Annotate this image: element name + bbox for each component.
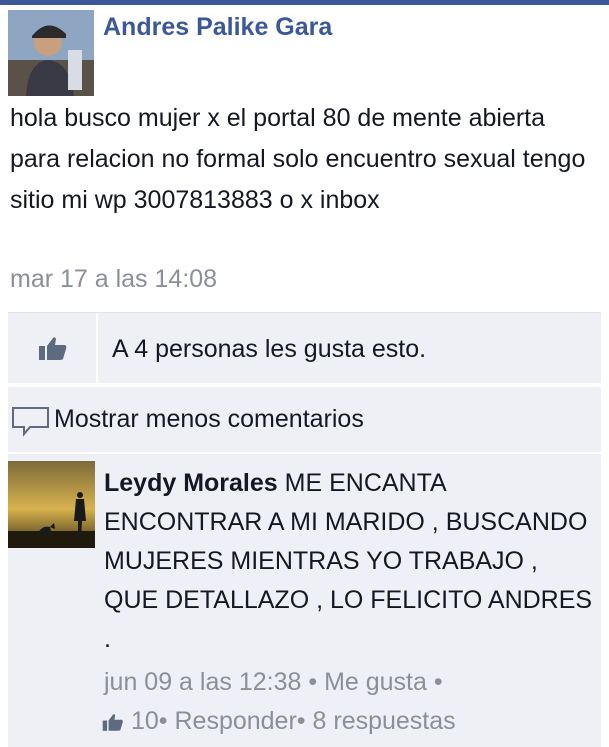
show-less-comments-label[interactable]: Mostrar menos comentarios [54,405,364,434]
comment: Leydy Morales ME ENCANTA ENCONTRAR A MI … [8,452,601,747]
comment-reply-link[interactable]: Responder [174,707,296,735]
likes-bar: A 4 personas les gusta esto. [8,312,601,383]
post-text: hola busco mujer x el portal 80 de mente… [10,104,586,214]
speech-bubble-icon [10,405,52,442]
commenter-avatar[interactable] [8,461,95,548]
likes-summary[interactable]: A 4 personas les gusta esto. [112,335,426,364]
comment-timestamp[interactable]: jun 09 a las 12:38 [104,668,301,696]
meta-separator: • [433,668,443,696]
comment-actions: 10• Responder• 8 respuestas [102,707,456,739]
author-avatar[interactable] [8,10,94,96]
author-name[interactable]: Andres Palike Gara [103,13,332,42]
meta-separator: • [296,707,306,735]
comment-like-link[interactable]: Me gusta [324,668,427,696]
comment-replies-link[interactable]: 8 respuestas [313,707,456,735]
meta-separator: • [158,707,168,735]
comment-like-count[interactable]: 10 [131,707,159,735]
thumbs-up-icon [102,710,124,738]
post: Andres Palike Gara hola busco mujer x el… [0,5,609,301]
thumbs-up-icon [38,335,68,366]
commenter-name[interactable]: Leydy Morales [104,469,278,497]
likes-icon-box [8,313,98,383]
comment-meta: jun 09 a las 12:38 • Me gusta • [104,668,443,697]
comment-body: Leydy Morales ME ENCANTA ENCONTRAR A MI … [104,464,594,659]
post-timestamp[interactable]: mar 17 a las 14:08 [10,265,217,294]
show-less-comments-bar[interactable]: Mostrar menos comentarios [8,385,601,452]
meta-separator: • [308,668,318,696]
